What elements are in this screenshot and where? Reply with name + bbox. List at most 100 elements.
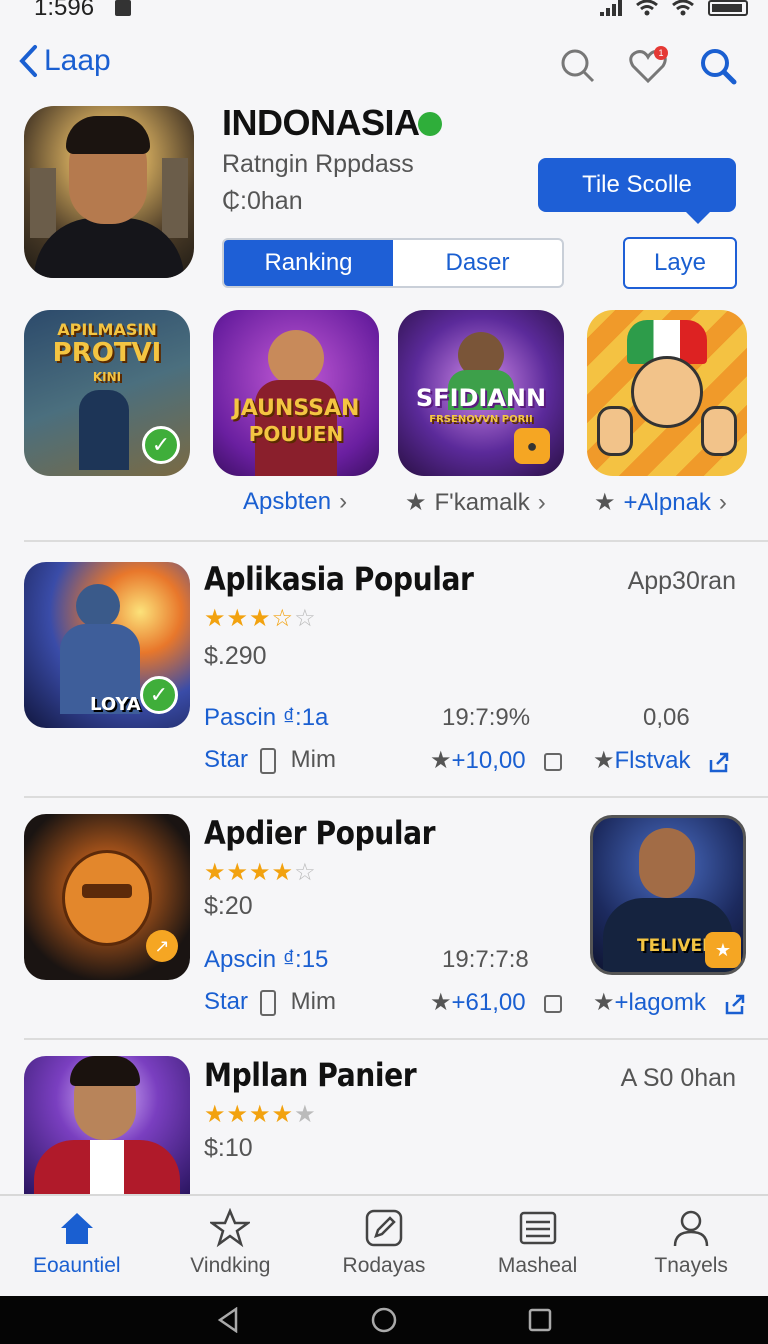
tab-home[interactable]: Eoauntiel: [0, 1196, 154, 1296]
divider: [24, 796, 768, 798]
mim-label: Mim: [290, 988, 336, 1015]
star-link[interactable]: Star: [204, 988, 248, 1016]
featured-label-text: F'kamalk: [434, 488, 530, 516]
app-meta: Apscin ₫:15: [204, 946, 329, 973]
app-link[interactable]: ★Flstvak: [593, 746, 731, 775]
app-title[interactable]: Mpllan Panier: [204, 1056, 417, 1094]
tab-masheal[interactable]: Masheal: [461, 1196, 615, 1296]
star-icon: ★: [594, 489, 616, 516]
tab-label: Rodayas: [342, 1254, 426, 1277]
checkbox[interactable]: [544, 752, 563, 771]
phone-icon: [260, 989, 276, 1016]
top-bar: Laap 1: [0, 40, 768, 92]
featured-label-1[interactable]: Apsbten ›: [243, 488, 347, 516]
bottom-tab-bar: Eoauntiel Vindking Rodayas Masheal Tnaye…: [0, 1194, 768, 1296]
app-tag: A S0 0han: [620, 1064, 736, 1092]
search-icon[interactable]: [696, 44, 740, 88]
featured-tile-3[interactable]: SFIDIANN FRSENOVVN PORII ●: [398, 310, 564, 476]
recents-square-icon[interactable]: [528, 1308, 552, 1332]
featured-label-2[interactable]: ★ F'kamalk ›: [405, 488, 546, 517]
link-label: +lagomk: [614, 989, 706, 1016]
heart-icon[interactable]: 1: [626, 44, 670, 88]
tab-label: Eoauntiel: [33, 1254, 121, 1277]
tooltip-button[interactable]: Tile Scolle: [538, 158, 736, 224]
user-icon: [673, 1210, 709, 1247]
rating-stars: ★★★★★: [204, 1101, 317, 1128]
chevron-right-icon: ›: [537, 488, 546, 516]
page-title: INDONASIA: [222, 102, 420, 143]
back-button[interactable]: Laap: [18, 44, 111, 78]
star-icon: ★: [430, 747, 452, 774]
tab-rodayas[interactable]: Rodayas: [307, 1196, 461, 1296]
count-link[interactable]: ★+61,00: [430, 988, 563, 1017]
search-outline-icon[interactable]: [556, 44, 600, 88]
tab-ranking-bottom[interactable]: Vindking: [154, 1196, 308, 1296]
featured-label-3[interactable]: ★ +Alpnak ›: [594, 488, 727, 517]
hero-subtitle: Ratngin Rppdass: [222, 150, 414, 178]
app-icon-2[interactable]: ↗: [24, 814, 190, 980]
side-promo-image[interactable]: TELIVEK ★: [590, 815, 746, 975]
tile-art-text: JAUNSSAN: [232, 396, 360, 421]
hero-avatar-image[interactable]: [24, 106, 194, 278]
tab-daser[interactable]: Daser: [393, 240, 562, 286]
count-link[interactable]: ★+10,00: [430, 746, 563, 775]
notification-badge: 1: [654, 46, 668, 60]
game-badge-icon: ●: [514, 428, 550, 464]
share-icon[interactable]: [723, 992, 747, 1016]
app-price: $:20: [204, 892, 253, 920]
segmented-control: Ranking Daser: [222, 238, 564, 288]
signal-icon: [600, 0, 622, 16]
app-link[interactable]: ★+lagomk: [593, 988, 747, 1017]
battery-icon: [708, 0, 748, 16]
mim-link[interactable]: Mim: [260, 988, 336, 1016]
status-time: 1:596: [34, 0, 95, 21]
featured-label-text: Apsbten: [243, 488, 332, 515]
back-label: Laap: [44, 44, 111, 77]
hero-meta: ₵:0han: [222, 187, 303, 215]
mim-label: Mim: [290, 746, 336, 773]
star-icon: ★: [430, 989, 452, 1016]
star-badge-icon: ★: [705, 932, 741, 968]
count-label: +61,00: [451, 989, 526, 1016]
tab-label: Masheal: [497, 1254, 578, 1277]
tile-art-text: SFIDIANN: [415, 384, 547, 412]
divider: [24, 540, 768, 542]
tab-ranking[interactable]: Ranking: [224, 240, 393, 286]
app-meta: Pascin ₫:1a: [204, 704, 329, 731]
star-link[interactable]: Star: [204, 746, 248, 774]
checkbox[interactable]: [544, 994, 563, 1013]
chevron-left-icon: [19, 45, 37, 77]
star-icon: ★: [593, 747, 615, 774]
featured-tile-4[interactable]: [587, 310, 747, 476]
sim-icon: [115, 0, 131, 16]
mim-link[interactable]: Mim: [260, 746, 336, 774]
tile-art-text: PROTVI: [52, 338, 162, 368]
tile-art-text: APILMASIN: [57, 320, 157, 339]
star-outline-icon: [210, 1208, 251, 1248]
laye-button[interactable]: Laye: [623, 237, 737, 289]
check-badge-icon: ✓: [142, 426, 180, 464]
featured-tile-1[interactable]: APILMASIN PROTVI KINI ✓: [24, 310, 190, 476]
app-title[interactable]: Apdier Popular: [204, 814, 436, 852]
featured-tile-2[interactable]: JAUNSSAN POUUEN: [213, 310, 379, 476]
featured-label-text: +Alpnak: [623, 488, 711, 516]
tab-label: Tnayels: [654, 1254, 728, 1277]
wifi-icon: [636, 0, 658, 16]
app-icon-1[interactable]: LOYA' ✓: [24, 562, 190, 728]
app-price: $:10: [204, 1134, 253, 1162]
share-icon[interactable]: [707, 750, 731, 774]
list-icon: [519, 1211, 556, 1245]
link-label: Flstvak: [614, 747, 691, 774]
app-title[interactable]: Aplikasia Popular: [204, 560, 474, 598]
chevron-right-icon: ›: [718, 488, 727, 516]
home-circle-icon[interactable]: [370, 1306, 398, 1334]
check-badge-icon: ✓: [140, 676, 178, 714]
verified-icon: [418, 112, 442, 136]
app-icon-3[interactable]: [24, 1056, 190, 1194]
count-label: +10,00: [451, 747, 526, 774]
tab-profile[interactable]: Tnayels: [614, 1196, 768, 1296]
edit-icon: [365, 1209, 403, 1247]
app-tag: App30ran: [627, 567, 736, 595]
back-triangle-icon[interactable]: [216, 1307, 240, 1333]
phone-icon: [260, 747, 276, 774]
